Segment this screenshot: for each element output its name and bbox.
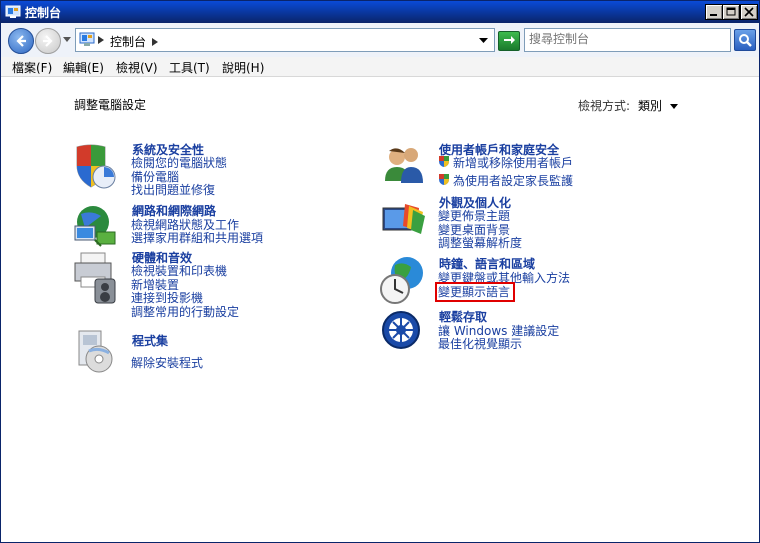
menu-edit[interactable]: 編輯(E)	[63, 59, 104, 76]
link-screen-resolution[interactable]: 調整螢幕解析度	[438, 234, 522, 251]
printer-speaker-icon	[74, 252, 116, 304]
view-by-value[interactable]: 類別	[638, 99, 662, 113]
network-globe-icon	[74, 206, 116, 247]
arrow-right-icon	[43, 35, 53, 47]
back-button[interactable]	[8, 28, 34, 54]
link-optimize-display[interactable]: 最佳化視覺顯示	[438, 335, 522, 352]
programs-icon	[78, 330, 113, 373]
address-dropdown-icon[interactable]	[479, 38, 488, 44]
link-mobility-settings[interactable]: 調整常用的行動設定	[131, 303, 239, 320]
refresh-icon	[504, 36, 515, 44]
view-by-label: 檢視方式:	[578, 99, 631, 113]
shield-icon	[439, 174, 449, 185]
menu-bar: 檔案(F) 編輯(E) 檢視(V) 工具(T) 說明(H)	[1, 57, 759, 77]
menu-help[interactable]: 說明(H)	[222, 59, 264, 76]
ease-of-access-icon	[382, 311, 420, 349]
forward-button[interactable]	[35, 28, 61, 54]
shield-icon	[439, 156, 449, 167]
minimize-icon	[710, 14, 717, 16]
shield-icon	[76, 144, 116, 189]
minimize-button[interactable]	[705, 4, 723, 20]
arrow-left-icon	[16, 35, 26, 47]
window-title: 控制台	[25, 6, 62, 20]
breadcrumb-arrow-icon[interactable]	[98, 36, 104, 44]
control-panel-window: 控制台 控制台 搜尋控制台 檔案(F) 編輯(E) 檢視(V) 工具(T) 說明…	[0, 0, 760, 543]
refresh-button[interactable]	[498, 31, 520, 51]
control-panel-icon	[5, 5, 21, 18]
close-button[interactable]	[740, 4, 758, 20]
link-homegroup[interactable]: 選擇家用群組和共用選項	[131, 229, 263, 246]
link-uninstall[interactable]: 解除安裝程式	[131, 354, 203, 371]
appearance-icon	[382, 204, 425, 234]
address-box[interactable]: 控制台	[75, 28, 495, 52]
breadcrumb-arrow-icon[interactable]	[152, 38, 158, 46]
menu-file[interactable]: 檔案(F)	[12, 59, 52, 76]
users-icon	[385, 148, 423, 183]
clock-globe-icon	[380, 257, 423, 304]
view-by[interactable]: 檢視方式: 類別	[578, 97, 679, 114]
link-parental-controls[interactable]: 為使用者設定家長監護	[453, 172, 573, 189]
address-toolbar: 控制台	[1, 23, 759, 58]
category-heading-programs[interactable]: 程式集	[132, 332, 168, 349]
search-icon	[739, 34, 752, 47]
breadcrumb-control-panel[interactable]: 控制台	[110, 33, 146, 50]
link-add-remove-accounts[interactable]: 新增或移除使用者帳戶	[453, 154, 573, 171]
chevron-down-icon[interactable]	[670, 103, 679, 110]
menu-view[interactable]: 檢視(V)	[116, 59, 158, 76]
search-box[interactable]	[524, 28, 731, 52]
menu-tools[interactable]: 工具(T)	[169, 59, 210, 76]
highlight-box	[435, 282, 515, 302]
title-bar[interactable]: 控制台	[1, 1, 759, 23]
close-icon	[744, 7, 754, 17]
search-button[interactable]	[734, 29, 756, 51]
maximize-button[interactable]	[722, 4, 740, 20]
content-area: 調整電腦設定 檢視方式: 類別 系統及安全性 檢閱您的電腦狀態 備份電腦 找出問題…	[1, 77, 759, 542]
control-panel-small-icon	[79, 32, 95, 46]
page-title: 調整電腦設定	[74, 98, 147, 112]
search-input[interactable]	[525, 29, 719, 49]
link-troubleshoot[interactable]: 找出問題並修復	[131, 181, 215, 198]
maximize-icon	[726, 7, 736, 16]
history-dropdown-icon[interactable]	[63, 37, 71, 43]
